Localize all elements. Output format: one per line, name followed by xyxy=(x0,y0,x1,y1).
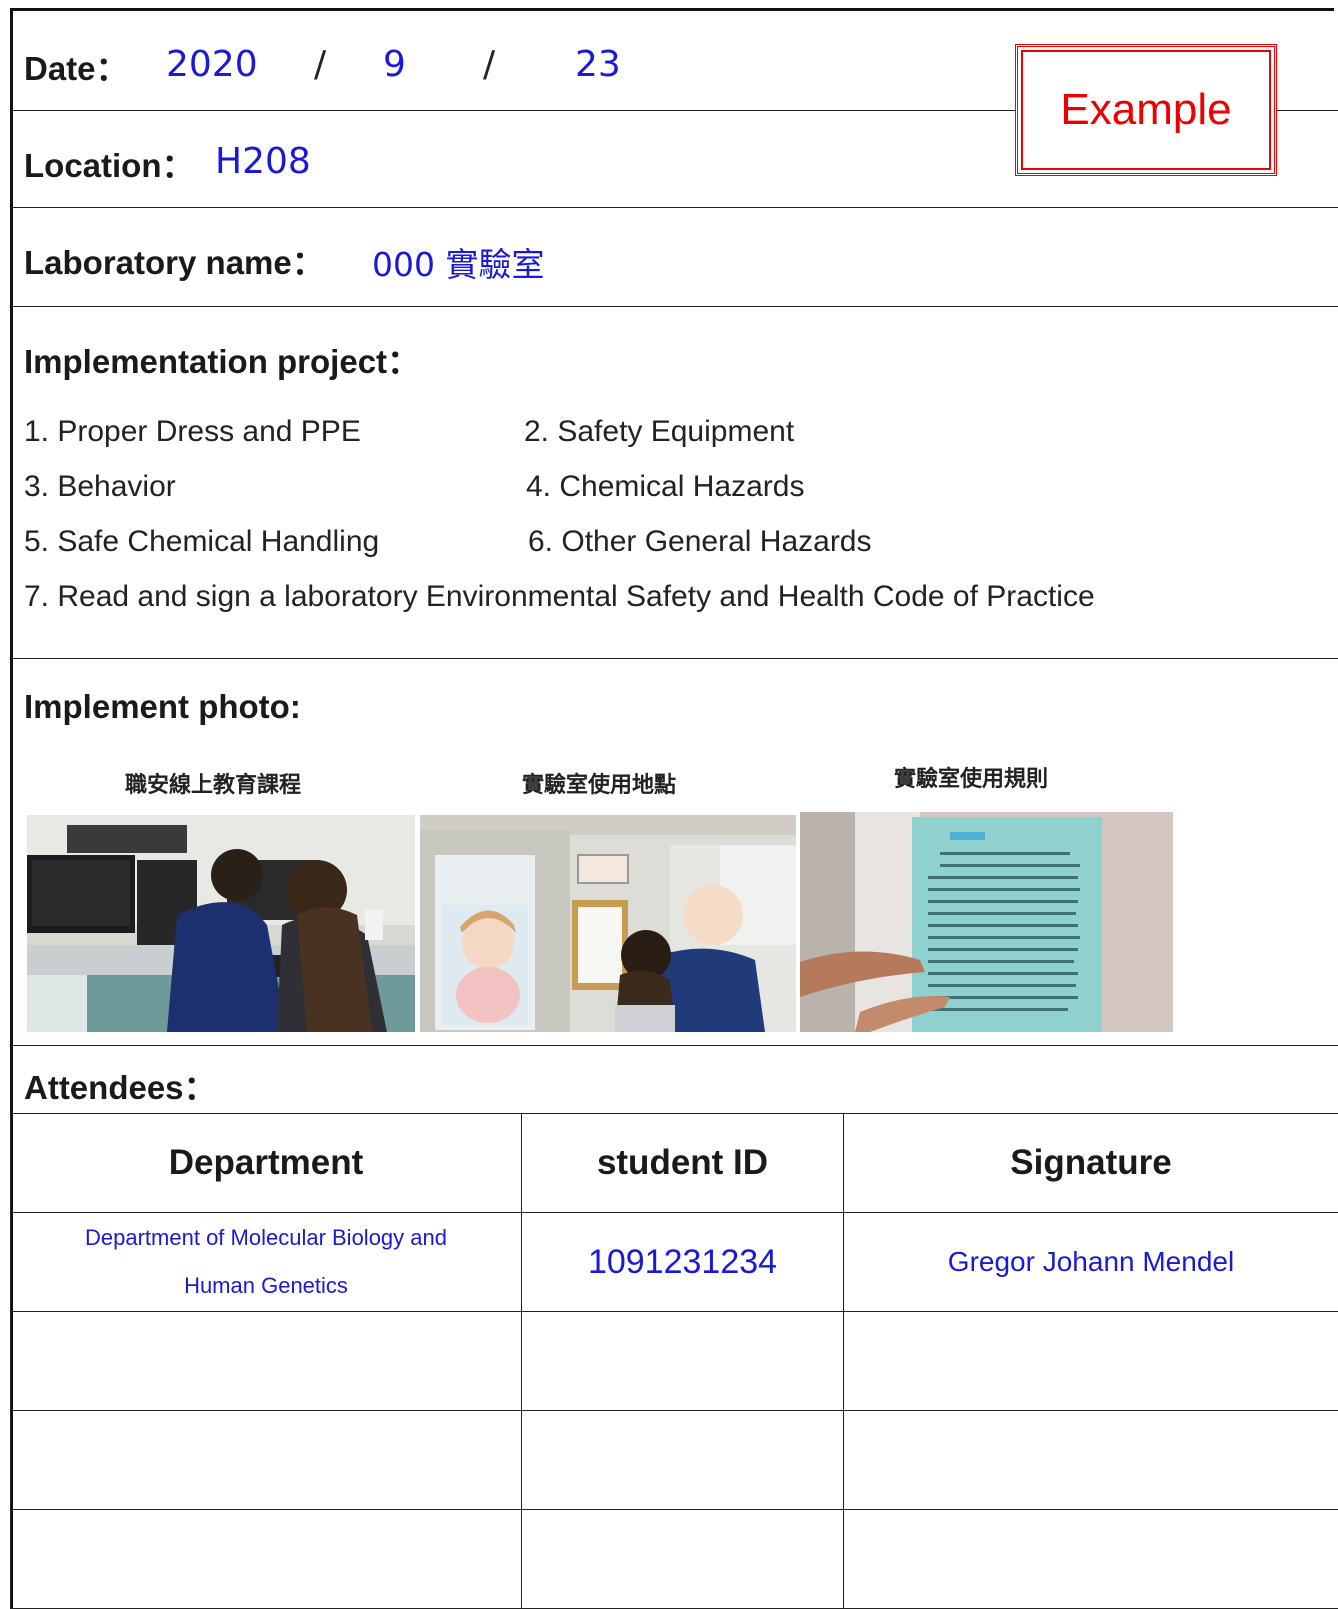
signature-cell[interactable] xyxy=(844,1312,1338,1411)
date-month: 9 xyxy=(383,44,406,85)
location-value: H208 xyxy=(215,141,311,182)
divider xyxy=(12,1045,1338,1046)
date-separator-2: / xyxy=(483,44,495,85)
department-cell[interactable] xyxy=(11,1312,522,1411)
date-label: Date： xyxy=(24,42,129,90)
department-cell[interactable] xyxy=(11,1411,522,1510)
table-header-row: Department student ID Signature xyxy=(11,1114,1338,1213)
table-row xyxy=(11,1510,1338,1609)
project-item: 4. Chemical Hazards xyxy=(526,470,804,504)
photo-caption-1: 職安線上教育課程 xyxy=(125,767,301,799)
example-stamp: Example xyxy=(1015,44,1277,176)
divider xyxy=(12,306,1338,307)
date-separator-1: / xyxy=(314,44,326,85)
department-cell: Department of Molecular Biology and Huma… xyxy=(11,1213,522,1312)
table-row xyxy=(11,1411,1338,1510)
project-item: 7. Read and sign a laboratory Environmen… xyxy=(24,580,1095,614)
photo-label: Implement photo: xyxy=(24,688,301,726)
project-item: 6. Other General Hazards xyxy=(528,525,872,559)
project-item: 3. Behavior xyxy=(24,470,176,504)
photo-lab-location xyxy=(420,815,796,1032)
photo-lab-rules xyxy=(800,812,1173,1032)
column-header-student-id: student ID xyxy=(522,1114,844,1213)
table-row xyxy=(11,1312,1338,1411)
photo-online-training xyxy=(27,815,415,1032)
signature-cell[interactable] xyxy=(844,1411,1338,1510)
project-item: 5. Safe Chemical Handling xyxy=(24,525,379,559)
date-day: 23 xyxy=(575,44,621,85)
location-label: Location： xyxy=(24,139,195,187)
divider xyxy=(12,658,1338,659)
column-header-department: Department xyxy=(11,1114,522,1213)
table-row: Department of Molecular Biology and Huma… xyxy=(11,1213,1338,1312)
project-item: 1. Proper Dress and PPE xyxy=(24,415,361,449)
student-id-cell[interactable] xyxy=(522,1312,844,1411)
project-label: Implementation project： xyxy=(24,335,420,383)
date-year: 2020 xyxy=(166,44,258,85)
signature-cell: Gregor Johann Mendel xyxy=(844,1213,1338,1312)
divider xyxy=(12,207,1338,208)
student-id-cell: 1091231234 xyxy=(522,1213,844,1312)
photo-caption-3: 實驗室使用規則 xyxy=(894,761,1048,793)
project-item: 2. Safety Equipment xyxy=(524,415,794,449)
photo-caption-2: 實驗室使用地點 xyxy=(522,767,676,799)
lab-label: Laboratory name： xyxy=(24,236,325,284)
lab-value: 000 實驗室 xyxy=(372,238,544,286)
attendees-label: Attendees： xyxy=(24,1061,217,1109)
student-id-cell[interactable] xyxy=(522,1510,844,1609)
student-id-cell[interactable] xyxy=(522,1411,844,1510)
attendees-table: Department student ID Signature Departme… xyxy=(10,1113,1338,1609)
signature-cell[interactable] xyxy=(844,1510,1338,1609)
department-cell[interactable] xyxy=(11,1510,522,1609)
column-header-signature: Signature xyxy=(844,1114,1338,1213)
